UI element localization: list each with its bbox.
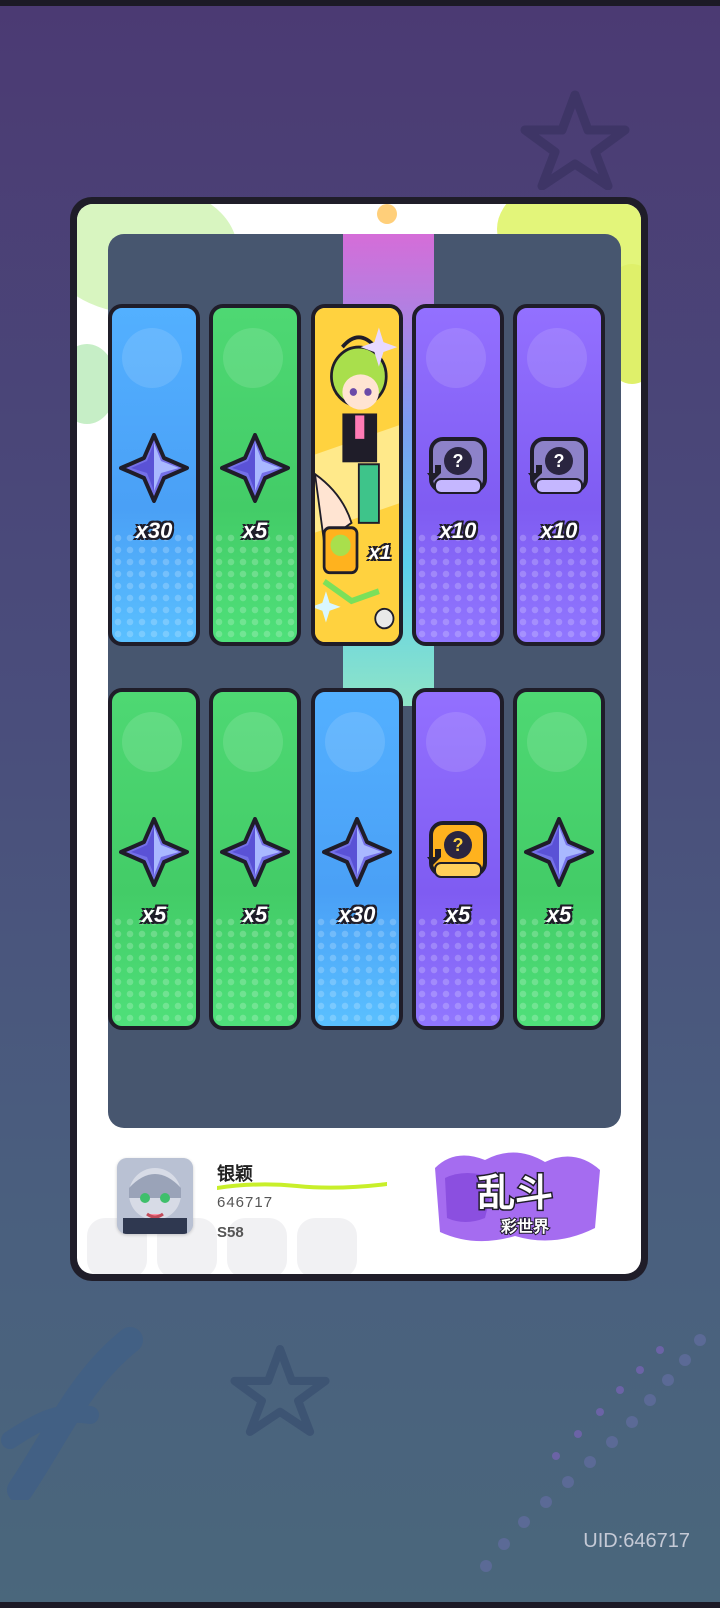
reward-tile[interactable]: x30 <box>108 304 200 646</box>
star-crystal-icon <box>322 817 392 887</box>
reward-quantity: x5 <box>546 902 572 927</box>
tile-shine <box>527 712 587 772</box>
reward-board: x30 x5 x1 ? x10 ? x10 x5 x5 x30 ? x5 x5 <box>108 234 621 1128</box>
logo-sub-text: 彩世界 <box>500 1218 549 1236</box>
tile-dots <box>112 916 196 1026</box>
star-crystal-icon <box>119 817 189 887</box>
reward-tile[interactable]: x5 <box>513 688 605 1030</box>
tile-dots <box>416 916 500 1026</box>
reward-tile[interactable]: x5 <box>209 688 301 1030</box>
paint-splash-decoration <box>377 204 397 224</box>
player-id: 646717 <box>217 1194 274 1211</box>
avatar-portrait <box>117 1158 193 1234</box>
tile-shine <box>426 328 486 388</box>
logo-main-text: 乱斗 <box>477 1173 553 1215</box>
tile-dots <box>517 532 601 642</box>
star-crystal-icon <box>220 433 290 503</box>
name-underline-decoration <box>217 1182 387 1190</box>
reward-tile[interactable]: ? x5 <box>412 688 504 1030</box>
tile-shine <box>223 712 283 772</box>
status-bar-bottom <box>0 1602 720 1608</box>
reward-quantity: x30 <box>135 518 173 543</box>
brush-splash-decoration <box>1 1327 143 1500</box>
character-portrait <box>315 308 399 642</box>
dot-trail-decoration <box>480 1334 706 1572</box>
tile-shine <box>223 328 283 388</box>
reward-tile[interactable]: x30 <box>311 688 403 1030</box>
reward-quantity: x1 <box>368 542 391 564</box>
svg-text:?: ? <box>453 451 464 471</box>
star-doodle-icon <box>520 90 630 190</box>
reward-tile[interactable]: ? x10 <box>513 304 605 646</box>
tile-dots <box>213 916 297 1026</box>
reward-card: x30 x5 x1 ? x10 ? x10 x5 x5 x30 ? x5 x5 … <box>70 197 648 1281</box>
player-info-footer: 银颖 646717 S58 乱斗 彩世界 <box>77 1128 641 1274</box>
avatar[interactable] <box>117 1158 193 1234</box>
tile-shine <box>325 712 385 772</box>
star-crystal-icon <box>119 433 189 503</box>
reward-quantity: x10 <box>540 518 578 543</box>
star-crystal-icon <box>524 817 594 887</box>
reward-tile[interactable]: ? x10 <box>412 304 504 646</box>
reward-quantity: x5 <box>242 902 268 927</box>
tile-shine <box>527 328 587 388</box>
tile-dots <box>517 916 601 1026</box>
reward-quantity: x10 <box>439 518 477 543</box>
reward-tile[interactable]: x5 <box>108 688 200 1030</box>
svg-text:?: ? <box>554 451 565 471</box>
mystery-ticket-icon: ? <box>528 437 588 494</box>
game-logo: 乱斗 彩世界 <box>435 1152 600 1242</box>
reward-card-inner: x30 x5 x1 ? x10 ? x10 x5 x5 x30 ? x5 x5 … <box>77 204 641 1274</box>
reward-tile[interactable]: x5 <box>209 304 301 646</box>
gold-mystery-ticket-icon: ? <box>427 821 487 878</box>
player-server: S58 <box>217 1224 244 1241</box>
reward-quantity: x30 <box>338 902 376 927</box>
tile-dots <box>315 916 399 1026</box>
star-doodle-icon <box>230 1345 330 1436</box>
character-reward-tile[interactable]: x1 <box>311 304 403 646</box>
status-bar-top <box>0 0 720 6</box>
uid-label: UID:646717 <box>583 1530 690 1552</box>
tile-dots <box>213 532 297 642</box>
tile-shine <box>122 712 182 772</box>
tile-shine <box>426 712 486 772</box>
reward-quantity: x5 <box>445 902 471 927</box>
tile-dots <box>112 532 196 642</box>
tile-dots <box>416 532 500 642</box>
reward-quantity: x5 <box>242 518 268 543</box>
svg-text:?: ? <box>453 835 464 855</box>
star-crystal-icon <box>220 817 290 887</box>
reward-quantity: x5 <box>141 902 167 927</box>
tile-shine <box>122 328 182 388</box>
mystery-ticket-icon: ? <box>427 437 487 494</box>
